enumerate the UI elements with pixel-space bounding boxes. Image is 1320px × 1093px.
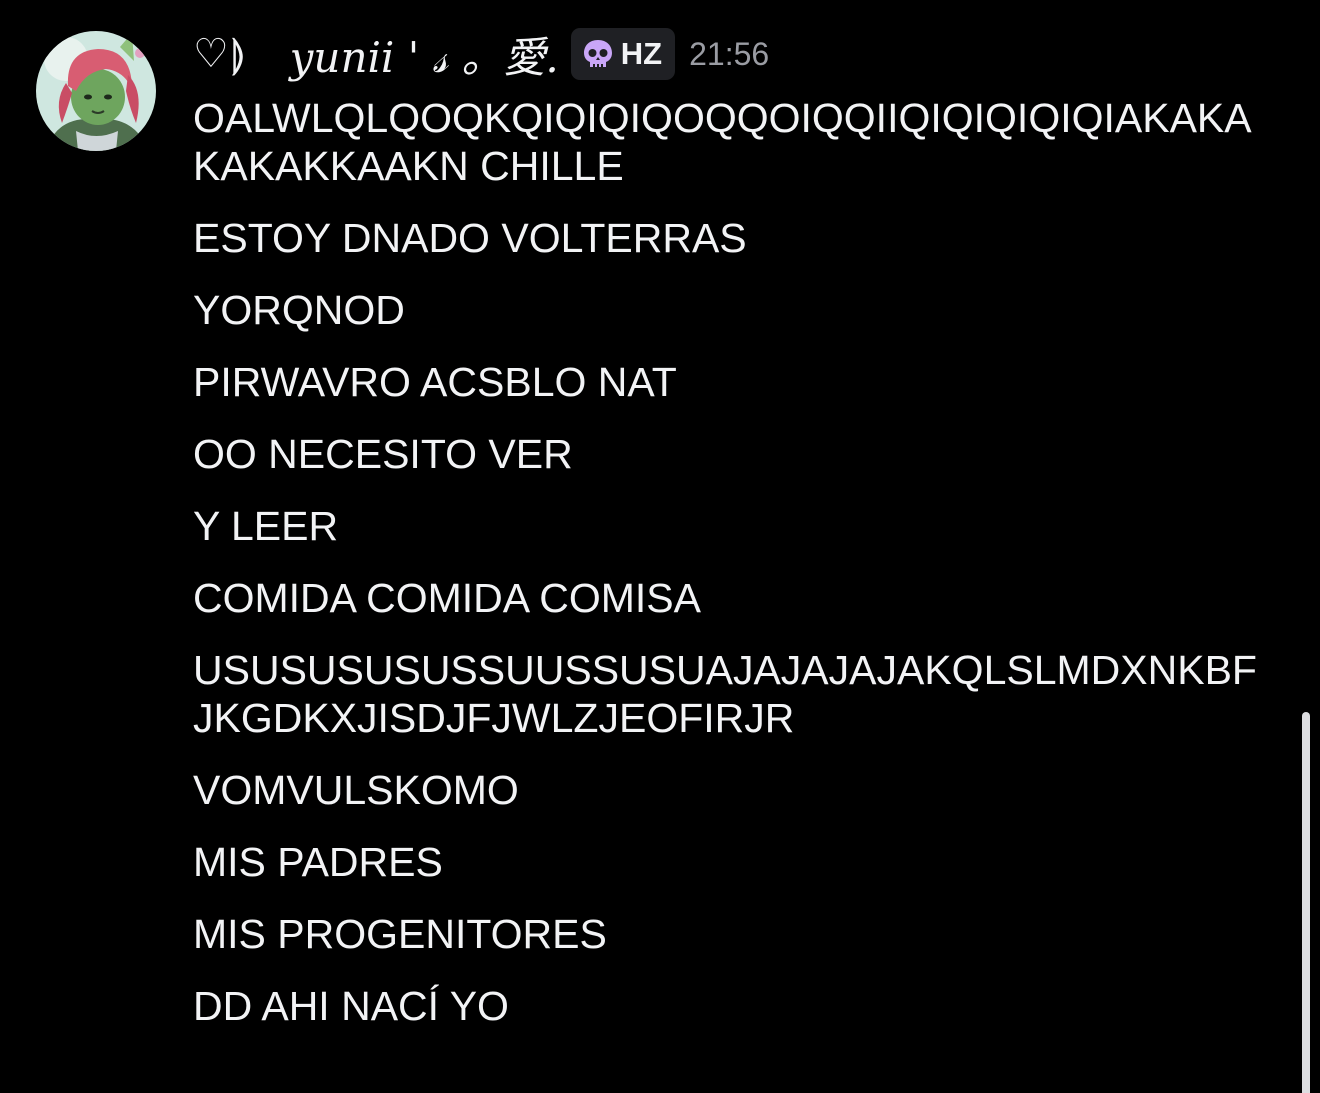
avatar-icon [36, 31, 156, 151]
message-line: ESTOY DNADO VOLTERRAS [193, 215, 747, 261]
skull-icon [583, 40, 612, 67]
message-line: DD AHI NACÍ YO [193, 983, 509, 1029]
message-line: OO NECESITO VER [193, 431, 573, 477]
message-line: PIRWAVRO ACSBLO NAT [193, 359, 677, 405]
message-timestamp[interactable]: 21:56 [689, 36, 769, 73]
message-line: MIS PADRES [193, 839, 443, 885]
scrollbar[interactable] [1302, 712, 1310, 1093]
server-tag-text: HZ [620, 36, 663, 71]
chat-message: ♡⟭ yunii ' 𝓈 。愛. HZ 21:56 OALWLQLQOQKQIQ… [0, 0, 1320, 1093]
username[interactable]: yunii ' 𝓈 。愛. [290, 24, 559, 85]
username-decoration: ♡⟭ [193, 31, 248, 77]
message-line: COMIDA COMIDA COMISA [193, 575, 701, 621]
message-content: OALWLQLQOQKQIQIQIQOQQOIQQIIQIQIQIQIQIAKA… [193, 94, 1273, 1054]
message-line: MIS PROGENITORES [193, 911, 607, 957]
message-line: OALWLQLQOQKQIQIQIQOQQOIQQIIQIQIQIQIQIAKA… [193, 95, 1252, 189]
message-line: YORQNOD [193, 287, 405, 333]
avatar[interactable] [36, 31, 156, 151]
message-line: USUSUSUSUSSUUSSUSUAJAJAJAJAKQLSLMDXNKBFJ… [193, 647, 1257, 741]
message-header: ♡⟭ yunii ' 𝓈 。愛. HZ 21:56 [193, 24, 769, 84]
server-tag-badge[interactable]: HZ [570, 28, 676, 80]
message-line: Y LEER [193, 503, 339, 549]
message-line: VOMVULSKOMO [193, 767, 519, 813]
